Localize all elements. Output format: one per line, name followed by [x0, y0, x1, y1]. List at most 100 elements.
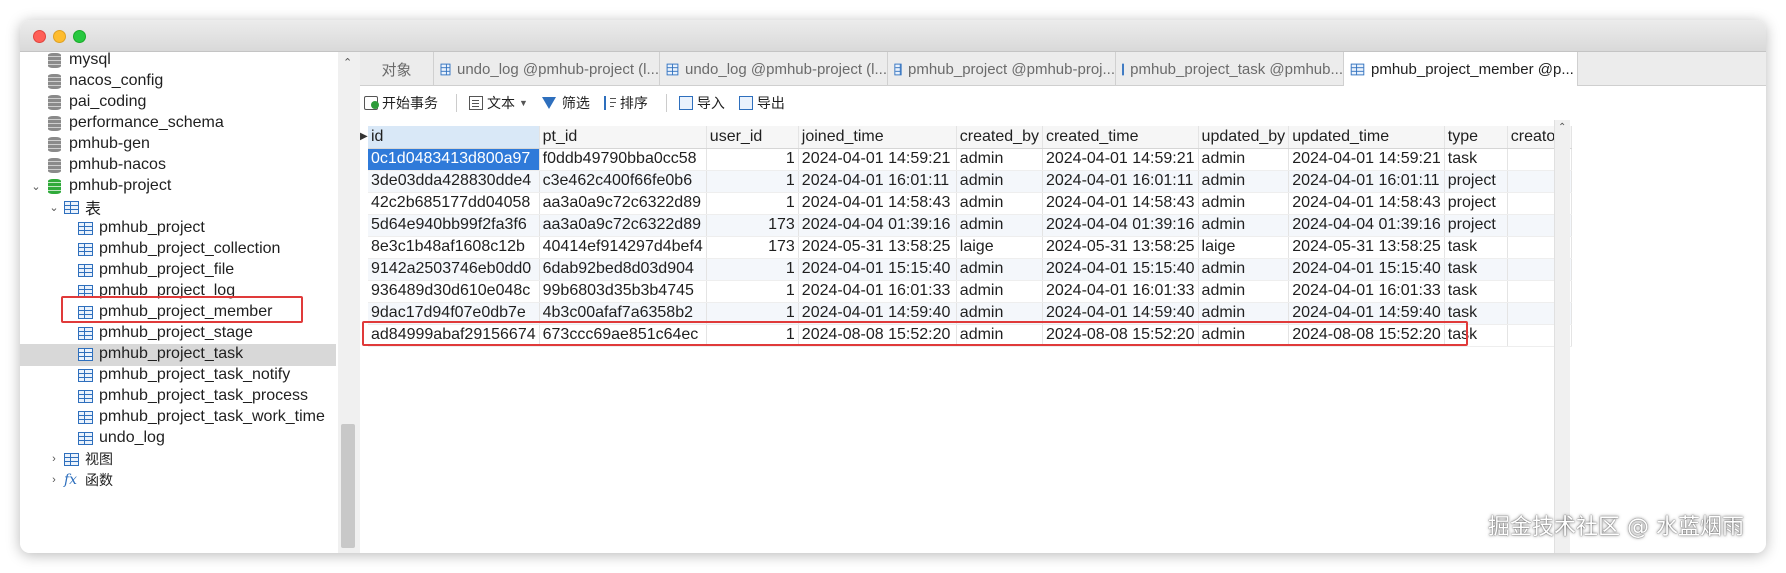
- grid-cell[interactable]: 5d64e940bb99f2fa3f6: [368, 214, 540, 237]
- grid-cell[interactable]: 2024-04-01 16:01:11: [798, 170, 957, 193]
- grid-cell[interactable]: 42c2b685177dd04058: [368, 192, 540, 215]
- grid-cell[interactable]: 2024-05-31 13:58:25: [1042, 236, 1199, 259]
- grid-cell[interactable]: c3e462c400f66fe0b6: [539, 170, 707, 193]
- grid-cell[interactable]: 2024-04-01 15:15:40: [1288, 258, 1445, 281]
- chevron-right-icon[interactable]: ›: [48, 453, 60, 465]
- grid-cell[interactable]: 936489d30d610e048c: [368, 280, 540, 303]
- table-row[interactable]: 0c1d0483413d800a97 f0ddb49790bba0cc58 1 202…: [368, 148, 1572, 171]
- table-row[interactable]: 9142a2503746eb0dd0 6dab92bed8d03d904 1 2024…: [368, 258, 1572, 281]
- grid-cell[interactable]: 2024-04-04 01:39:16: [1288, 214, 1445, 237]
- grid-cell[interactable]: 1: [706, 192, 799, 215]
- grid-cell[interactable]: laige: [956, 236, 1043, 259]
- grid-cell[interactable]: 2024-04-01 14:58:43: [1288, 192, 1445, 215]
- grid-cell[interactable]: admin: [956, 148, 1043, 171]
- table-row[interactable]: 42c2b685177dd04058 aa3a0a9c72c6322d89 1 202…: [368, 192, 1572, 215]
- grid-cell[interactable]: project: [1444, 192, 1508, 215]
- column-header-updated-time[interactable]: updated_time: [1288, 126, 1445, 149]
- grid-cell[interactable]: admin: [1198, 192, 1290, 215]
- column-header-pt-id[interactable]: pt_id: [539, 126, 707, 149]
- grid-scrollbar[interactable]: ⌃: [1554, 120, 1570, 553]
- grid-cell[interactable]: 2024-04-01 14:58:43: [798, 192, 957, 215]
- grid-cell[interactable]: task: [1444, 236, 1508, 259]
- grid-cell[interactable]: 2024-04-01 15:15:40: [1042, 258, 1199, 281]
- grid-cell[interactable]: aa3a0a9c72c6322d89: [539, 214, 707, 237]
- table-row[interactable]: 5d64e940bb99f2fa3f6 aa3a0a9c72c6322d89 173…: [368, 214, 1572, 237]
- grid-cell[interactable]: admin: [1198, 280, 1290, 303]
- grid-cell[interactable]: admin: [956, 214, 1043, 237]
- table-row[interactable]: 936489d30d610e048c 99b6803d35b3b4745 1 2024…: [368, 280, 1572, 303]
- grid-cell[interactable]: 6dab92bed8d03d904: [539, 258, 707, 281]
- grid-cell[interactable]: 2024-04-01 14:59:21: [1288, 148, 1445, 171]
- grid-cell[interactable]: task: [1444, 280, 1508, 303]
- grid-cell[interactable]: 40414ef914297d4bef4: [539, 236, 707, 259]
- grid-cell[interactable]: 2024-04-04 01:39:16: [798, 214, 957, 237]
- minimize-window-button[interactable]: [53, 30, 66, 43]
- grid-cell[interactable]: 2024-04-01 16:01:11: [1042, 170, 1199, 193]
- tab-pmhub-project[interactable]: pmhub_project @pmhub-proj...: [888, 52, 1116, 86]
- grid-cell[interactable]: 1: [706, 258, 799, 281]
- grid-cell[interactable]: admin: [1198, 214, 1290, 237]
- begin-transaction-button[interactable]: 开始事务: [364, 93, 438, 113]
- grid-cell[interactable]: 99b6803d35b3b4745: [539, 280, 707, 303]
- table-row[interactable]: 8e3c1b48af1608c12b 40414ef914297d4bef4 173…: [368, 236, 1572, 259]
- grid-cell[interactable]: 2024-04-04 01:39:16: [1042, 214, 1199, 237]
- tree-folder-functions[interactable]: › fx 函数: [48, 468, 113, 492]
- chevron-down-icon[interactable]: ⌄: [30, 180, 42, 193]
- scroll-up-icon[interactable]: ⌃: [1558, 122, 1566, 133]
- grid-cell[interactable]: task: [1444, 258, 1508, 281]
- grid-cell[interactable]: admin: [1198, 148, 1290, 171]
- scrollbar-thumb[interactable]: [341, 424, 355, 548]
- grid-cell[interactable]: 1: [706, 170, 799, 193]
- grid-cell[interactable]: f0ddb49790bba0cc58: [539, 148, 707, 171]
- column-header-updated-by[interactable]: updated_by: [1198, 126, 1290, 149]
- grid-cell[interactable]: 9142a2503746eb0dd0: [368, 258, 540, 281]
- column-header-user-id[interactable]: user_id: [706, 126, 799, 149]
- grid-cell[interactable]: 8e3c1b48af1608c12b: [368, 236, 540, 259]
- column-header-id[interactable]: id: [368, 126, 540, 149]
- grid-cell[interactable]: project: [1444, 170, 1508, 193]
- grid-cell[interactable]: 2024-04-01 16:01:33: [1288, 280, 1445, 303]
- tab-undo-log-2[interactable]: undo_log @pmhub-project (l...: [660, 52, 888, 86]
- grid-cell[interactable]: 3de03dda428830dde4: [368, 170, 540, 193]
- tab-undo-log-1[interactable]: undo_log @pmhub-project (l...: [434, 52, 660, 86]
- scroll-up-icon[interactable]: ⌃: [343, 56, 352, 69]
- grid-cell[interactable]: admin: [1198, 170, 1290, 193]
- tab-objects[interactable]: 对象: [360, 52, 434, 86]
- grid-cell[interactable]: 2024-04-01 16:01:11: [1288, 170, 1445, 193]
- column-header-created-time[interactable]: created_time: [1042, 126, 1199, 149]
- grid-cell[interactable]: 1: [706, 148, 799, 171]
- grid-cell[interactable]: 173: [706, 236, 799, 259]
- close-window-button[interactable]: [33, 30, 46, 43]
- tab-pmhub-project-member[interactable]: pmhub_project_member @p...: [1344, 52, 1578, 86]
- sort-button[interactable]: 排序: [603, 93, 648, 113]
- import-button[interactable]: 导入: [678, 93, 725, 113]
- grid-cell[interactable]: admin: [956, 258, 1043, 281]
- zoom-window-button[interactable]: [73, 30, 86, 43]
- chevron-right-icon[interactable]: ›: [48, 474, 60, 486]
- grid-cell[interactable]: 1: [706, 280, 799, 303]
- grid-cell[interactable]: admin: [956, 170, 1043, 193]
- grid-cell[interactable]: 2024-04-01 15:15:40: [798, 258, 957, 281]
- filter-button[interactable]: 筛选: [541, 93, 590, 113]
- grid-cell[interactable]: 2024-04-01 14:59:21: [798, 148, 957, 171]
- column-header-type[interactable]: type: [1444, 126, 1508, 149]
- grid-cell[interactable]: admin: [1198, 258, 1290, 281]
- table-row[interactable]: 3de03dda428830dde4 c3e462c400f66fe0b6 1 202…: [368, 170, 1572, 193]
- export-button[interactable]: 导出: [738, 93, 785, 113]
- tab-pmhub-project-task[interactable]: pmhub_project_task @pmhub...: [1116, 52, 1344, 86]
- sidebar-scrollbar[interactable]: ⌃: [338, 52, 360, 553]
- column-header-joined-time[interactable]: joined_time: [798, 126, 957, 149]
- grid-cell[interactable]: project: [1444, 214, 1508, 237]
- grid-cell[interactable]: 2024-05-31 13:58:25: [1288, 236, 1445, 259]
- grid-cell[interactable]: 173: [706, 214, 799, 237]
- grid-cell[interactable]: admin: [956, 280, 1043, 303]
- grid-cell[interactable]: aa3a0a9c72c6322d89: [539, 192, 707, 215]
- grid-cell[interactable]: admin: [956, 192, 1043, 215]
- column-header-created-by[interactable]: created_by: [956, 126, 1043, 149]
- grid-cell[interactable]: 2024-04-01 14:59:21: [1042, 148, 1199, 171]
- grid-cell[interactable]: 0c1d0483413d800a97: [368, 148, 540, 171]
- grid-cell[interactable]: 2024-04-01 16:01:33: [1042, 280, 1199, 303]
- grid-cell[interactable]: 2024-04-01 16:01:33: [798, 280, 957, 303]
- text-view-button[interactable]: 文本 ▼: [469, 93, 528, 113]
- grid-cell[interactable]: 2024-05-31 13:58:25: [798, 236, 957, 259]
